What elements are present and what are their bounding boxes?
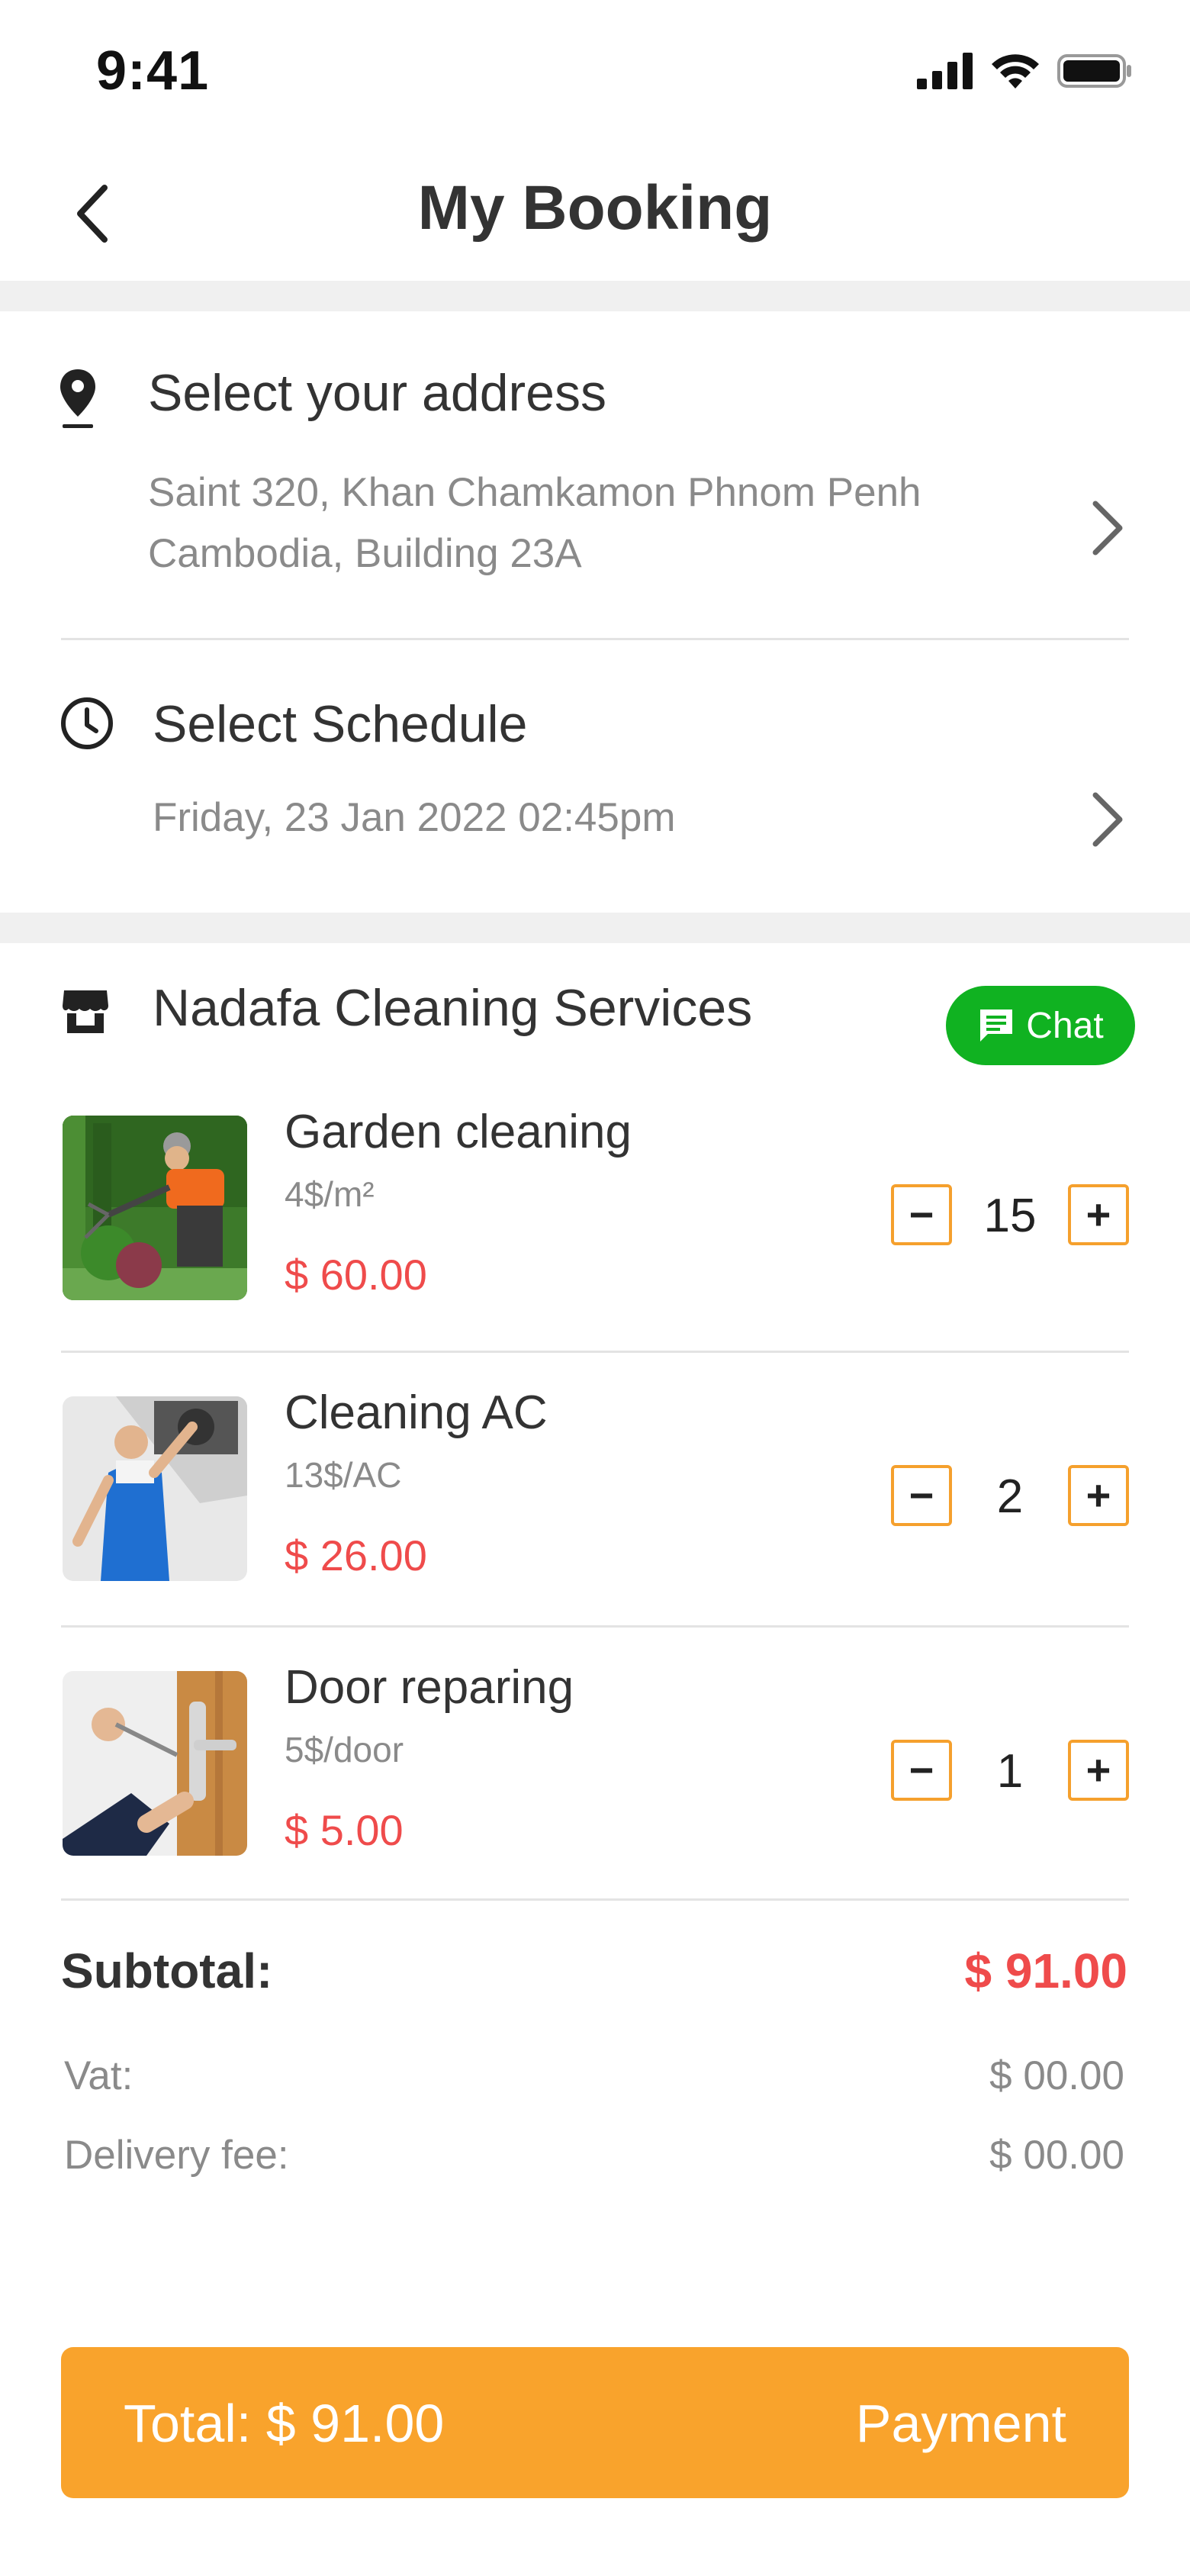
provider-name: Nadafa Cleaning Services [153,979,753,1037]
address-line-2: Cambodia, Building 23A [148,531,582,576]
chevron-right-icon [1092,501,1123,555]
delivery-fee-label: Delivery fee: [64,2133,289,2178]
item-price: $ 26.00 [285,1531,427,1579]
address-row[interactable]: Select your address Saint 320, Khan Cham… [0,311,1190,639]
decrease-quantity-button[interactable]: − [891,1465,952,1526]
address-title: Select your address [148,364,606,422]
quantity-value: 2 [996,1470,1024,1523]
schedule-row[interactable]: Select Schedule Friday, 23 Jan 2022 02:4… [0,641,1190,913]
status-time: 9:41 [96,40,210,101]
schedule-value: Friday, 23 Jan 2022 02:45pm [153,795,676,840]
increase-quantity-button[interactable]: + [1068,1740,1129,1801]
quantity-value: 1 [996,1745,1024,1798]
chat-label: Chat [1026,1005,1104,1046]
status-bar: 9:41 [0,0,1190,145]
signal-icon [917,53,973,89]
garden-cleaning-image [63,1116,247,1300]
payment-label: Payment [855,2394,1066,2453]
item-rate: 5$/door [285,1730,404,1769]
divider [61,1625,1129,1628]
address-line-1: Saint 320, Khan Chamkamon Phnom Penh [148,470,921,515]
store-icon [63,990,108,1033]
increase-quantity-button[interactable]: + [1068,1465,1129,1526]
decrease-quantity-button[interactable]: − [891,1740,952,1801]
increase-quantity-button[interactable]: + [1068,1184,1129,1245]
quantity-value: 15 [983,1190,1037,1242]
delivery-fee-value: $ 00.00 [989,2133,1124,2178]
location-pin-icon [60,369,95,428]
wifi-icon [992,54,1039,89]
cleaning-ac-image [63,1396,247,1581]
item-price: $ 60.00 [285,1251,427,1299]
vat-label: Vat: [64,2053,133,2098]
divider [61,1898,1129,1901]
item-rate: 13$/AC [285,1455,402,1495]
battery-icon [1057,54,1131,88]
item-name: Garden cleaning [285,1106,632,1158]
item-rate: 4$/m² [285,1174,375,1214]
service-item-garden-cleaning: Garden cleaning 4$/m² $ 60.00 − 15 + [0,1106,1190,1367]
service-item-cleaning-ac: Cleaning AC 13$/AC $ 26.00 − 2 + [0,1386,1190,1648]
chat-icon [980,1009,1013,1042]
schedule-title: Select Schedule [153,695,528,753]
vat-value: $ 00.00 [989,2053,1124,2098]
header: My Booking [0,145,1190,282]
chevron-right-icon [1092,792,1123,847]
door-reparing-image [63,1671,247,1856]
total-amount: Total: $ 91.00 [124,2394,445,2453]
item-name: Door reparing [285,1661,574,1714]
item-name: Cleaning AC [285,1386,548,1439]
page-title: My Booking [417,173,773,243]
section-separator [0,281,1190,311]
subtotal-label: Subtotal: [61,1943,273,1998]
decrease-quantity-button[interactable]: − [891,1184,952,1245]
item-price: $ 5.00 [285,1806,404,1854]
status-icons [917,52,1134,90]
chat-button[interactable]: Chat [946,986,1135,1065]
service-item-door-reparing: Door reparing 5$/door $ 5.00 − 1 + [0,1661,1190,1923]
divider [61,638,1129,640]
divider [61,1351,1129,1353]
section-separator [0,913,1190,943]
subtotal-value: $ 91.00 [964,1943,1127,1998]
payment-button[interactable]: Total: $ 91.00 Payment [61,2347,1129,2498]
clock-icon [61,697,113,749]
